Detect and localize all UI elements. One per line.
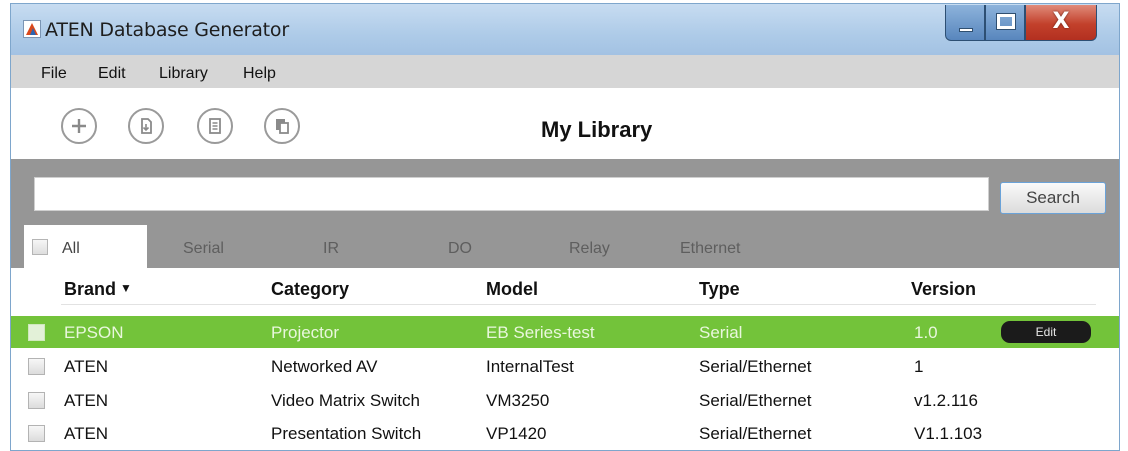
add-icon: [72, 119, 86, 133]
maximize-icon: [996, 13, 1016, 30]
cell-type: Serial/Ethernet: [699, 424, 812, 443]
cell-category: Networked AV: [271, 357, 378, 376]
close-icon: X: [1052, 9, 1070, 34]
cell-category: Projector: [271, 323, 340, 342]
menu-bar: File Edit Library Help: [11, 55, 1119, 88]
row-checkbox[interactable]: [28, 425, 45, 442]
cell-model: VM3250: [486, 391, 550, 410]
select-all-checkbox[interactable]: [32, 239, 48, 255]
cell-category: Presentation Switch: [271, 424, 422, 443]
aten-logo-icon: [23, 20, 41, 38]
maximize-button[interactable]: [985, 5, 1025, 41]
row-checkbox[interactable]: [28, 358, 45, 375]
tab-relay[interactable]: Relay: [569, 225, 610, 268]
column-header-category[interactable]: Category: [271, 279, 349, 300]
add-button[interactable]: [61, 108, 97, 144]
copy-button[interactable]: [264, 108, 300, 144]
cell-version: V1.1.103: [914, 424, 983, 443]
import-icon: [141, 118, 152, 134]
cell-brand: ATEN: [64, 424, 109, 443]
page-title: My Library: [541, 117, 653, 142]
title-bar[interactable]: ATEN Database Generator X: [11, 4, 1119, 55]
header-divider: [61, 304, 1096, 305]
tab-all-label: All: [62, 240, 80, 257]
app-window: ATEN Database Generator X File Edit Libr…: [10, 3, 1120, 451]
cell-type: Serial/Ethernet: [699, 391, 812, 410]
cell-model: InternalTest: [486, 357, 574, 376]
cell-model: EB Series-test: [486, 323, 595, 342]
minimize-icon: [959, 28, 973, 32]
tab-ir[interactable]: IR: [323, 225, 339, 268]
table-row[interactable]: EPSON Projector EB Series-test Serial 1.…: [11, 316, 1119, 348]
cell-brand: ATEN: [64, 357, 109, 376]
row-checkbox[interactable]: [28, 392, 45, 409]
cell-type: Serial/Ethernet: [699, 357, 812, 376]
cell-version: 1.0: [914, 323, 938, 342]
search-input[interactable]: [34, 177, 989, 211]
tab-ethernet[interactable]: Ethernet: [680, 225, 740, 268]
cell-model: VP1420: [486, 424, 547, 443]
menu-help[interactable]: Help: [243, 65, 276, 83]
edit-button[interactable]: Edit: [1001, 321, 1091, 343]
copy-icon: [276, 119, 289, 134]
column-header-model[interactable]: Model: [486, 279, 538, 300]
list-button[interactable]: [197, 108, 233, 144]
menu-library[interactable]: Library: [159, 65, 208, 83]
search-button[interactable]: Search: [1000, 182, 1106, 214]
table-row[interactable]: ATEN Networked AV InternalTest Serial/Et…: [11, 350, 1119, 382]
toolbar: My Library: [11, 88, 1119, 159]
cell-version: 1: [914, 357, 924, 376]
minimize-button[interactable]: [945, 5, 985, 41]
cell-category: Video Matrix Switch: [271, 391, 420, 410]
cell-brand: ATEN: [64, 391, 109, 410]
column-header-version[interactable]: Version: [911, 279, 976, 300]
cell-brand: EPSON: [64, 323, 124, 342]
sort-descending-icon: ▼: [120, 281, 132, 295]
import-button[interactable]: [128, 108, 164, 144]
tab-do[interactable]: DO: [448, 225, 472, 268]
table-row[interactable]: ATEN Presentation Switch VP1420 Serial/E…: [11, 417, 1119, 449]
table-row[interactable]: ATEN Video Matrix Switch VM3250 Serial/E…: [11, 384, 1119, 416]
search-bar: Search: [11, 159, 1119, 225]
menu-file[interactable]: File: [41, 65, 67, 83]
cell-type: Serial: [699, 323, 743, 342]
tab-all[interactable]: All: [24, 225, 147, 268]
window-title: ATEN Database Generator: [45, 19, 289, 41]
list-icon: [209, 118, 221, 134]
table-header: Brand ▼ Category Model Type Version: [11, 268, 1119, 314]
tab-serial[interactable]: Serial: [183, 225, 224, 268]
filter-tabs: All Serial IR DO Relay Ethernet: [11, 225, 1119, 268]
column-header-brand[interactable]: Brand ▼: [64, 279, 132, 300]
row-checkbox[interactable]: [28, 324, 45, 341]
menu-edit[interactable]: Edit: [98, 65, 126, 83]
column-header-type[interactable]: Type: [699, 279, 740, 300]
close-button[interactable]: X: [1025, 5, 1097, 41]
cell-version: v1.2.116: [914, 391, 978, 410]
